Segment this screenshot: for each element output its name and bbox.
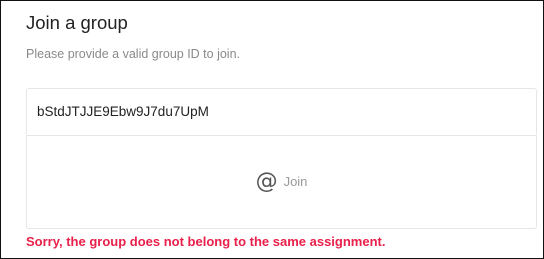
at-sign-icon: @ [255, 169, 278, 194]
join-button[interactable]: @ Join [26, 135, 537, 229]
join-group-panel: Join a group Please provide a valid grou… [0, 0, 544, 259]
group-id-input[interactable] [26, 88, 537, 134]
panel-subtitle: Please provide a valid group ID to join. [26, 47, 241, 61]
error-message: Sorry, the group does not belong to the … [26, 234, 386, 249]
panel-title: Join a group [26, 12, 128, 33]
join-button-label: Join [283, 174, 308, 189]
